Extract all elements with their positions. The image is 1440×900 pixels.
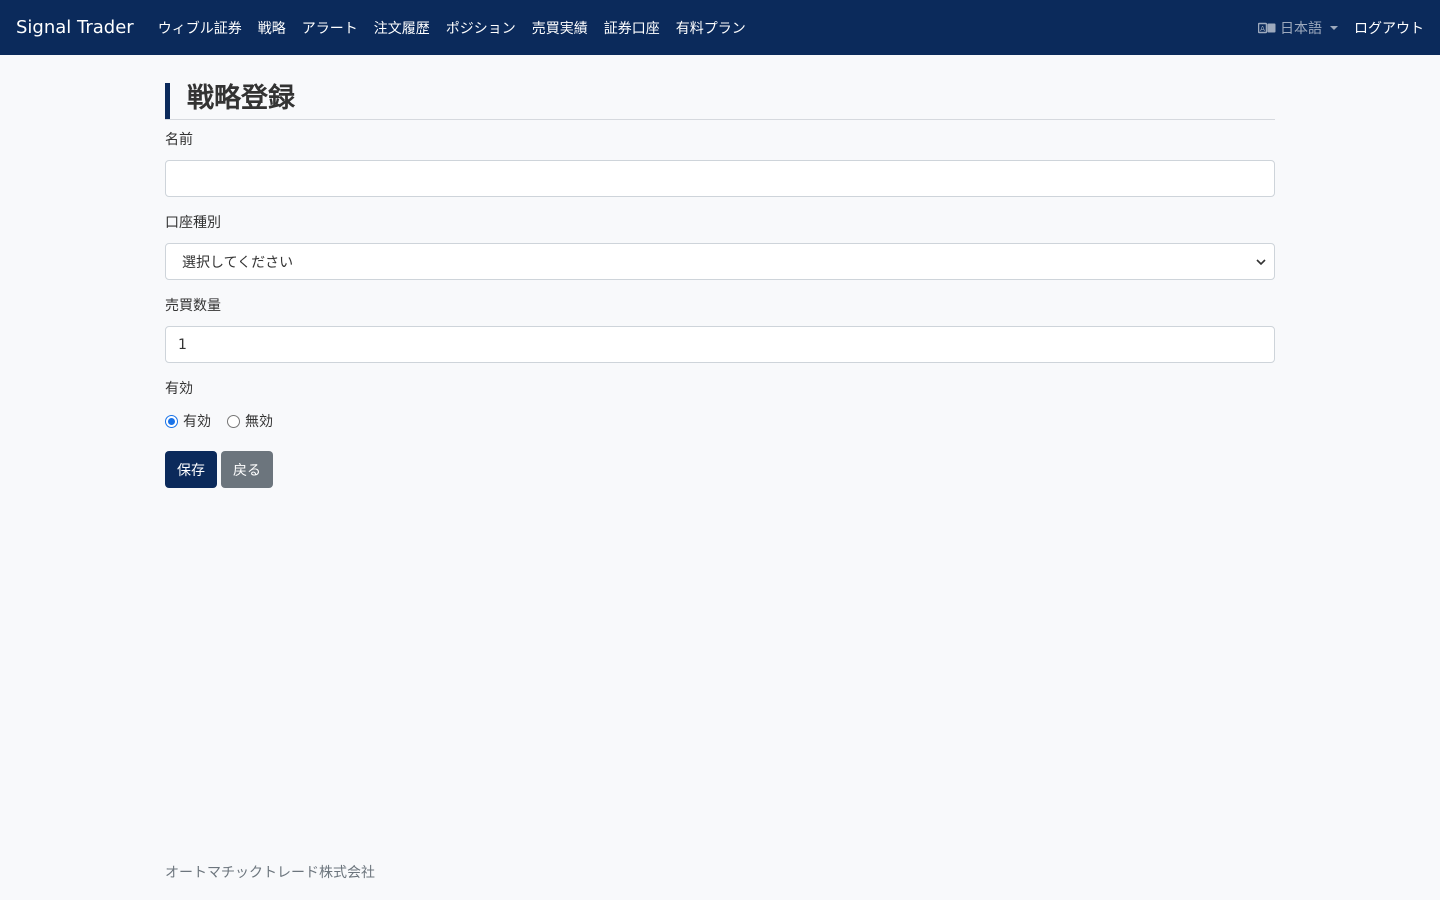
back-button[interactable]: 戻る xyxy=(221,451,273,488)
nav-link-webull[interactable]: ウィブル証券 xyxy=(158,18,242,38)
language-dropdown[interactable]: A 日本語 xyxy=(1258,18,1338,38)
footer-company: オートマチックトレード株式会社 xyxy=(165,865,375,881)
brand-link[interactable]: Signal Trader xyxy=(16,17,134,38)
enabled-group: 有効 有効 無効 xyxy=(165,379,1275,431)
name-input[interactable] xyxy=(165,160,1275,197)
svg-text:A: A xyxy=(1260,25,1265,33)
form-buttons: 保存 戻る xyxy=(165,451,1275,488)
name-label: 名前 xyxy=(165,132,193,148)
radio-disabled[interactable] xyxy=(227,414,240,428)
nav-link-trade-results[interactable]: 売買実績 xyxy=(532,18,588,38)
radio-enabled-label[interactable]: 有効 xyxy=(183,411,211,431)
radio-enabled[interactable] xyxy=(165,414,178,428)
language-label: 日本語 xyxy=(1280,20,1322,37)
nav-link-paid-plan[interactable]: 有料プラン xyxy=(676,18,746,38)
nav-link-brokerage-account[interactable]: 証券口座 xyxy=(604,18,660,38)
radio-disabled-label[interactable]: 無効 xyxy=(245,411,273,431)
quantity-label: 売買数量 xyxy=(165,298,221,314)
caret-down-icon xyxy=(1330,25,1338,30)
account-type-selected: 選択してください xyxy=(182,254,294,271)
enabled-label: 有効 xyxy=(165,381,193,397)
quantity-group: 売買数量 xyxy=(165,296,1275,363)
quantity-input[interactable] xyxy=(165,326,1275,363)
name-group: 名前 xyxy=(165,130,1275,197)
title-divider xyxy=(165,119,1275,120)
nav-links: ウィブル証券 戦略 アラート 注文履歴 ポジション 売買実績 証券口座 有料プラ… xyxy=(158,18,762,38)
main-content: 戦略登録 名前 口座種別 選択してください 売買数量 有効 有効 無効 保存 戻… xyxy=(165,55,1275,488)
account-type-label: 口座種別 xyxy=(165,215,221,231)
page-title: 戦略登録 xyxy=(165,83,1275,119)
top-navbar: Signal Trader ウィブル証券 戦略 アラート 注文履歴 ポジション … xyxy=(0,0,1440,55)
nav-link-positions[interactable]: ポジション xyxy=(446,18,516,38)
nav-link-alert[interactable]: アラート xyxy=(302,18,358,38)
translate-icon: A xyxy=(1258,22,1276,34)
nav-link-order-history[interactable]: 注文履歴 xyxy=(374,18,430,38)
save-button[interactable]: 保存 xyxy=(165,451,217,488)
enabled-radio-group: 有効 無効 xyxy=(165,411,1275,431)
chevron-down-icon xyxy=(1256,254,1266,270)
account-type-group: 口座種別 選択してください xyxy=(165,213,1275,280)
logout-link[interactable]: ログアウト xyxy=(1354,18,1424,38)
nav-link-strategy[interactable]: 戦略 xyxy=(258,18,286,38)
nav-right: A 日本語 ログアウト xyxy=(1258,18,1424,38)
account-type-select[interactable]: 選択してください xyxy=(165,243,1275,280)
